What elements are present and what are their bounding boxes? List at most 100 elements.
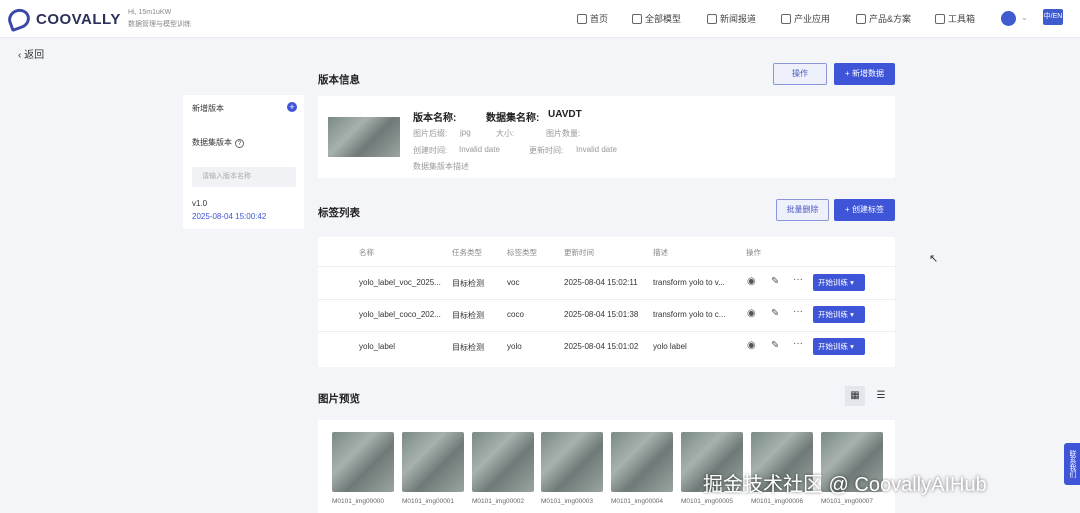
avatar[interactable] bbox=[1001, 11, 1016, 26]
nav-label: 新闻报道 bbox=[720, 14, 757, 24]
col-header-type: 标签类型 bbox=[507, 248, 537, 257]
preview-image[interactable] bbox=[472, 432, 534, 492]
preview-image[interactable] bbox=[402, 432, 464, 492]
eye-icon[interactable]: ◉ bbox=[747, 276, 756, 287]
brand-name: COOVALLY bbox=[36, 10, 121, 28]
more-icon[interactable]: ··· bbox=[793, 306, 803, 317]
edit-icon[interactable]: ✎ bbox=[771, 340, 779, 351]
nav-models[interactable]: 全部模型 bbox=[632, 12, 681, 25]
back-label: 返回 bbox=[24, 50, 45, 61]
version-sidebar: 新增版本 + 数据集版本? 请输入版本名称 v1.0 2025-08-04 15… bbox=[183, 95, 304, 229]
back-button[interactable]: ‹ 返回 bbox=[18, 46, 44, 61]
nav-products[interactable]: 产品&方案 bbox=[856, 12, 911, 25]
divider bbox=[318, 331, 895, 332]
col-header-desc: 描述 bbox=[653, 248, 668, 257]
list-view-icon[interactable]: ☰ bbox=[871, 386, 891, 406]
version-search-input[interactable]: 请输入版本名称 bbox=[192, 167, 296, 187]
start-training-button[interactable]: 开始训练 ▾ bbox=[813, 306, 865, 323]
label-list-title: 标签列表 bbox=[318, 207, 360, 219]
col-header-name: 名称 bbox=[359, 248, 374, 257]
version-date: 2025-08-04 15:00:42 bbox=[192, 212, 267, 221]
row-time: 2025-08-04 15:02:11 bbox=[564, 278, 638, 287]
brand-logo[interactable]: COOVALLY bbox=[5, 5, 121, 33]
contact-us-tab[interactable]: 联系我们 bbox=[1064, 443, 1080, 485]
nav-label: 首页 bbox=[590, 14, 609, 24]
add-data-button[interactable]: + 新增数据 bbox=[834, 63, 895, 85]
row-desc: transform yolo to v... bbox=[653, 278, 725, 287]
logo-icon bbox=[5, 5, 33, 33]
row-desc: transform yolo to c... bbox=[653, 310, 726, 319]
eye-icon[interactable]: ◉ bbox=[747, 308, 756, 319]
action-button[interactable]: 操作 bbox=[773, 63, 827, 85]
greeting-user: Hi, 15m1uKW bbox=[128, 9, 172, 16]
updated-label: 更新时间: bbox=[529, 146, 564, 155]
nav-home[interactable]: 首页 bbox=[577, 12, 608, 25]
col-header-ops: 操作 bbox=[746, 248, 761, 257]
watermark-text: 掘金技术社区 @ CoovallyAIHub bbox=[703, 474, 987, 496]
newspaper-icon bbox=[707, 13, 717, 24]
preview-image-name: M0101_img00002 bbox=[472, 498, 525, 505]
help-icon[interactable]: ? bbox=[235, 139, 244, 148]
bulb-icon bbox=[856, 13, 866, 24]
dataset-version-text: 数据集版本 bbox=[192, 138, 232, 147]
preview-image-name: M0101_img00003 bbox=[541, 498, 594, 505]
image-preview-grid: M0101_img00000 M0101_img00001 M0101_img0… bbox=[318, 420, 895, 513]
chevron-down-icon[interactable]: ⌄ bbox=[1021, 13, 1028, 22]
preview-image-name: M0101_img00007 bbox=[821, 498, 874, 505]
row-task: 目标检测 bbox=[452, 343, 484, 352]
format-label: 图片后缀: bbox=[413, 129, 448, 138]
edit-icon[interactable]: ✎ bbox=[771, 276, 779, 287]
row-time: 2025-08-04 15:01:02 bbox=[564, 342, 639, 351]
row-time: 2025-08-04 15:01:38 bbox=[564, 310, 639, 319]
row-type: yolo bbox=[507, 342, 522, 351]
caret-down-icon: ▾ bbox=[850, 278, 854, 287]
preview-image-name: M0101_img00000 bbox=[332, 498, 385, 505]
preview-image-name: M0101_img00006 bbox=[751, 498, 804, 505]
preview-image[interactable] bbox=[332, 432, 394, 492]
edit-icon[interactable]: ✎ bbox=[771, 308, 779, 319]
nav-label: 产业应用 bbox=[794, 14, 831, 24]
row-name[interactable]: yolo_label_coco_202... bbox=[359, 310, 441, 319]
home-icon bbox=[577, 13, 587, 24]
dataset-version-label: 数据集版本? bbox=[192, 137, 244, 148]
add-version-button[interactable]: + bbox=[287, 102, 297, 112]
cube-icon bbox=[632, 13, 642, 24]
add-version-label: 新增版本 bbox=[192, 104, 224, 113]
col-header-time: 更新时间 bbox=[564, 248, 594, 257]
language-switch[interactable]: 中/EN bbox=[1043, 9, 1063, 25]
train-label: 开始训练 bbox=[818, 342, 848, 351]
caret-down-icon: ▾ bbox=[850, 310, 854, 319]
nav-toolbox[interactable]: 工具箱 bbox=[935, 12, 975, 25]
row-type: coco bbox=[507, 310, 524, 319]
start-training-button[interactable]: 开始训练 ▾ bbox=[813, 338, 865, 355]
industry-icon bbox=[781, 13, 791, 24]
divider bbox=[318, 299, 895, 300]
col-header-task: 任务类型 bbox=[452, 248, 482, 257]
nav-label: 全部模型 bbox=[645, 14, 682, 24]
created-label: 创建时间: bbox=[413, 146, 448, 155]
grid-view-icon[interactable]: ▦ bbox=[845, 386, 865, 406]
more-icon[interactable]: ··· bbox=[793, 338, 803, 349]
mouse-cursor-icon: ↖ bbox=[929, 253, 939, 265]
version-info-title: 版本信息 bbox=[318, 74, 360, 86]
nav-industry[interactable]: 产业应用 bbox=[781, 12, 830, 25]
version-info-card: 版本名称: 数据集名称: UAVDT 图片后缀: jpg 大小: 图片数量: 创… bbox=[318, 96, 895, 178]
version-item[interactable]: v1.0 bbox=[192, 199, 207, 208]
toolbox-icon bbox=[935, 13, 945, 24]
eye-icon[interactable]: ◉ bbox=[747, 340, 756, 351]
row-name[interactable]: yolo_label bbox=[359, 342, 395, 351]
top-header: COOVALLY Hi, 15m1uKW 数据管理与模型训练 首页 全部模型 新… bbox=[0, 0, 1080, 38]
row-name[interactable]: yolo_label_voc_2025... bbox=[359, 278, 441, 287]
version-name-label: 版本名称: bbox=[413, 113, 457, 124]
preview-image[interactable] bbox=[611, 432, 673, 492]
start-training-button[interactable]: 开始训练 ▾ bbox=[813, 274, 865, 291]
create-label-button[interactable]: + 创建标签 bbox=[834, 199, 895, 221]
batch-delete-button[interactable]: 批量删除 bbox=[776, 199, 829, 221]
preview-image[interactable] bbox=[541, 432, 603, 492]
nav-news[interactable]: 新闻报道 bbox=[707, 12, 756, 25]
train-label: 开始训练 bbox=[818, 310, 848, 319]
preview-image-name: M0101_img00001 bbox=[402, 498, 455, 505]
label-table: 名称 任务类型 标签类型 更新时间 描述 操作 yolo_label_voc_2… bbox=[318, 237, 895, 367]
more-icon[interactable]: ··· bbox=[793, 274, 803, 285]
format-value: jpg bbox=[460, 128, 471, 137]
